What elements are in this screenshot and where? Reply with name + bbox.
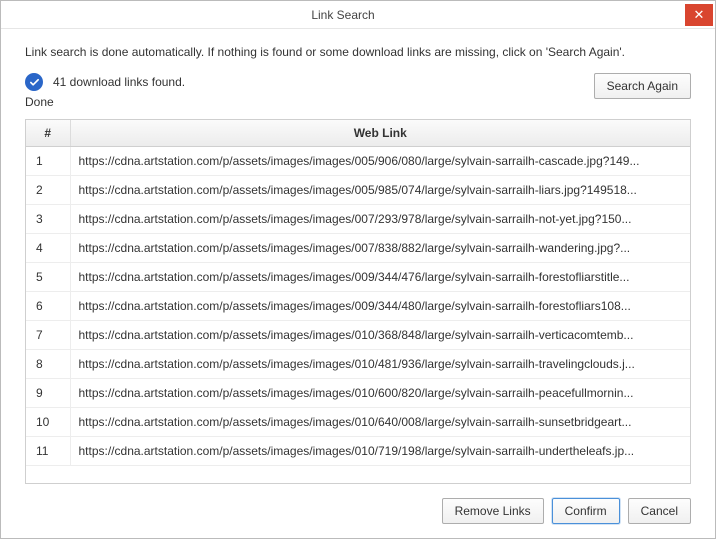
titlebar: Link Search ✕	[1, 1, 715, 29]
cell-num: 5	[26, 263, 70, 292]
col-header-link[interactable]: Web Link	[70, 120, 690, 147]
cell-num: 4	[26, 234, 70, 263]
cell-link: https://cdna.artstation.com/p/assets/ima…	[70, 379, 690, 408]
cell-link: https://cdna.artstation.com/p/assets/ima…	[70, 147, 690, 176]
table-row[interactable]: 6https://cdna.artstation.com/p/assets/im…	[26, 292, 690, 321]
table-row[interactable]: 2https://cdna.artstation.com/p/assets/im…	[26, 176, 690, 205]
links-table: # Web Link 1https://cdna.artstation.com/…	[26, 120, 690, 466]
confirm-button[interactable]: Confirm	[552, 498, 620, 524]
cell-num: 11	[26, 437, 70, 466]
table-row[interactable]: 11https://cdna.artstation.com/p/assets/i…	[26, 437, 690, 466]
cell-link: https://cdna.artstation.com/p/assets/ima…	[70, 292, 690, 321]
col-header-num[interactable]: #	[26, 120, 70, 147]
table-row[interactable]: 10https://cdna.artstation.com/p/assets/i…	[26, 408, 690, 437]
window-title: Link Search	[1, 8, 685, 22]
cell-num: 9	[26, 379, 70, 408]
link-search-dialog: Link Search ✕ Link search is done automa…	[0, 0, 716, 539]
cell-num: 10	[26, 408, 70, 437]
table-row[interactable]: 7https://cdna.artstation.com/p/assets/im…	[26, 321, 690, 350]
cell-link: https://cdna.artstation.com/p/assets/ima…	[70, 408, 690, 437]
cell-num: 6	[26, 292, 70, 321]
links-table-wrap: # Web Link 1https://cdna.artstation.com/…	[25, 119, 691, 484]
close-icon: ✕	[694, 8, 705, 21]
table-header-row: # Web Link	[26, 120, 690, 147]
status-left: 41 download links found. Done	[25, 73, 185, 109]
description-text: Link search is done automatically. If no…	[25, 45, 691, 59]
links-table-scroll[interactable]: # Web Link 1https://cdna.artstation.com/…	[26, 120, 690, 483]
cell-num: 3	[26, 205, 70, 234]
cell-num: 7	[26, 321, 70, 350]
cell-link: https://cdna.artstation.com/p/assets/ima…	[70, 437, 690, 466]
table-row[interactable]: 5https://cdna.artstation.com/p/assets/im…	[26, 263, 690, 292]
cell-num: 8	[26, 350, 70, 379]
table-row[interactable]: 1https://cdna.artstation.com/p/assets/im…	[26, 147, 690, 176]
dialog-content: Link search is done automatically. If no…	[1, 29, 715, 538]
remove-links-button[interactable]: Remove Links	[442, 498, 544, 524]
close-button[interactable]: ✕	[685, 4, 713, 26]
status-row: 41 download links found. Done Search Aga…	[25, 73, 691, 109]
table-row[interactable]: 8https://cdna.artstation.com/p/assets/im…	[26, 350, 690, 379]
cell-link: https://cdna.artstation.com/p/assets/ima…	[70, 176, 690, 205]
cell-link: https://cdna.artstation.com/p/assets/ima…	[70, 321, 690, 350]
table-row[interactable]: 3https://cdna.artstation.com/p/assets/im…	[26, 205, 690, 234]
cancel-button[interactable]: Cancel	[628, 498, 691, 524]
status-done: Done	[25, 95, 185, 109]
table-row[interactable]: 4https://cdna.artstation.com/p/assets/im…	[26, 234, 690, 263]
cell-link: https://cdna.artstation.com/p/assets/ima…	[70, 234, 690, 263]
search-again-button[interactable]: Search Again	[594, 73, 691, 99]
cell-link: https://cdna.artstation.com/p/assets/ima…	[70, 263, 690, 292]
cell-link: https://cdna.artstation.com/p/assets/ima…	[70, 205, 690, 234]
dialog-footer: Remove Links Confirm Cancel	[25, 484, 691, 524]
cell-link: https://cdna.artstation.com/p/assets/ima…	[70, 350, 690, 379]
status-summary: 41 download links found.	[53, 75, 185, 89]
check-icon	[25, 73, 43, 91]
table-row[interactable]: 9https://cdna.artstation.com/p/assets/im…	[26, 379, 690, 408]
cell-num: 1	[26, 147, 70, 176]
cell-num: 2	[26, 176, 70, 205]
